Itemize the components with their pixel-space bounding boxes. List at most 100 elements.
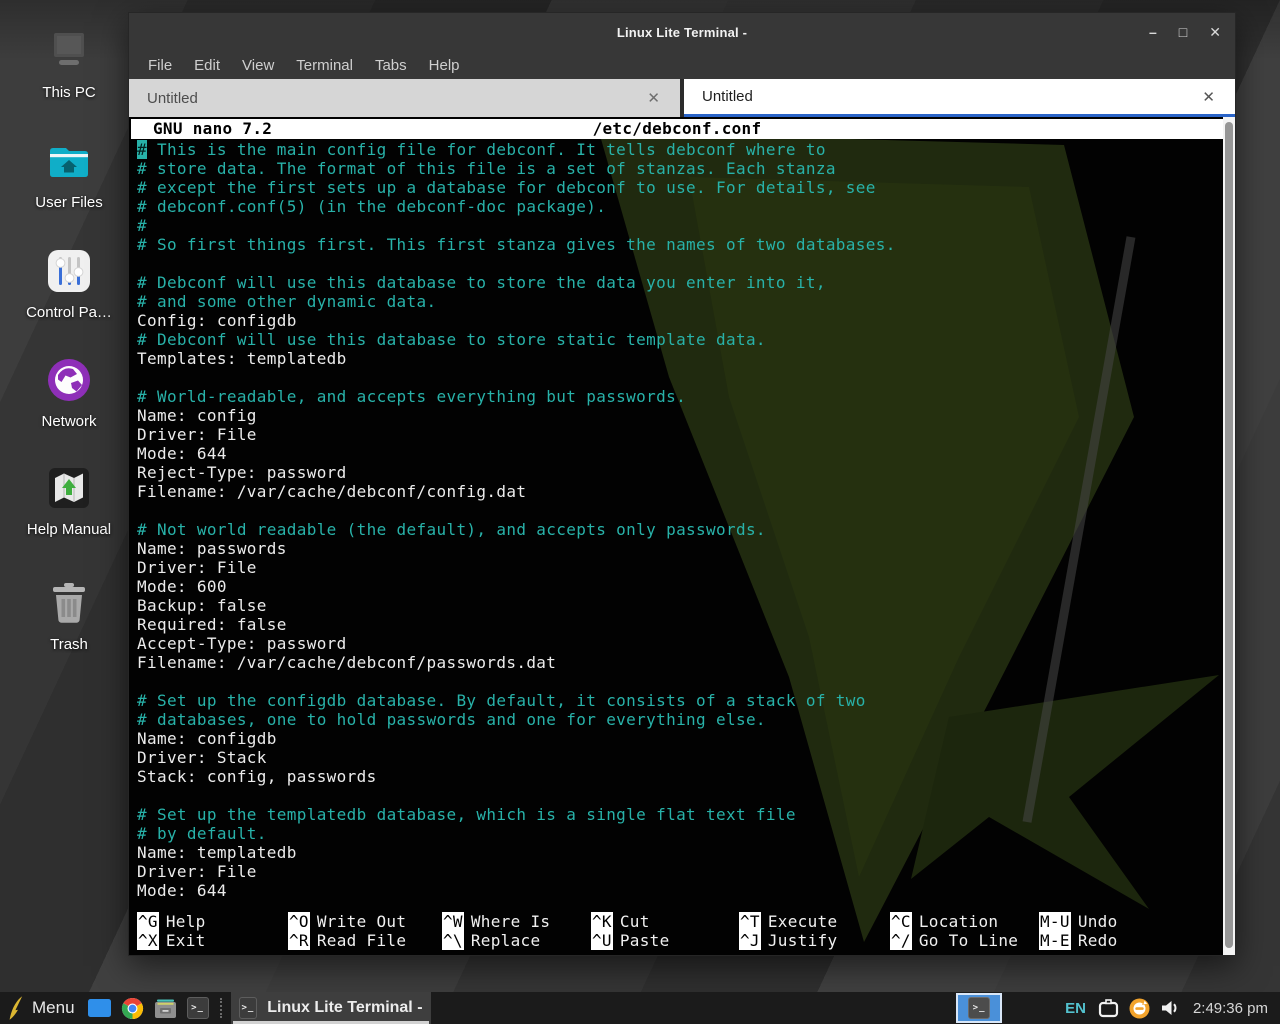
- desktop-icon-network[interactable]: Network: [10, 355, 128, 430]
- menu-item-tabs[interactable]: Tabs: [364, 54, 418, 77]
- terminal-window: Linux Lite Terminal - – □ ✕ FileEditView…: [128, 12, 1236, 956]
- nano-line: # Debconf will use this database to stor…: [137, 273, 1219, 292]
- shortcut-paste: ^UPaste: [591, 931, 739, 950]
- trash-icon: [10, 578, 128, 628]
- shortcut-key: ^U: [591, 931, 613, 950]
- show-desktop-icon[interactable]: [88, 999, 111, 1017]
- nano-line: Mode: 644: [137, 881, 1219, 900]
- shortcut-row-2: ^XExit^RRead File^\ Replace ^UPaste^JJusti…: [137, 931, 1219, 950]
- update-manager-icon[interactable]: [1129, 998, 1150, 1019]
- desktop-icon-control-panel[interactable]: Control Pa…: [10, 246, 128, 321]
- shortcut-justify: ^JJustify: [739, 931, 890, 950]
- nano-line: #: [137, 216, 1219, 235]
- clipboard-icon[interactable]: [1098, 999, 1119, 1018]
- chrome-browser-icon[interactable]: [121, 997, 144, 1020]
- menu-item-edit[interactable]: Edit: [183, 54, 231, 77]
- desktop-icon-trash[interactable]: Trash: [10, 578, 128, 653]
- nano-line: # So first things first. This first stan…: [137, 235, 1219, 254]
- tab-close-icon[interactable]: ✕: [647, 89, 660, 107]
- shortcut-read-file: ^RRead File: [288, 931, 442, 950]
- nano-cursor: #: [137, 140, 147, 159]
- menu-label: Menu: [32, 998, 75, 1018]
- nano-line: Backup: false: [137, 596, 1219, 615]
- maximize-button[interactable]: □: [1179, 25, 1187, 39]
- this-pc-icon: [10, 26, 128, 76]
- network-icon: [10, 355, 128, 405]
- nano-line: # Set up the configdb database. By defau…: [137, 691, 1219, 710]
- desktop-icon-help-manual[interactable]: Help Manual: [10, 463, 128, 538]
- terminal-screen[interactable]: GNU nano 7.2 /etc/debconf.conf # This is…: [129, 117, 1235, 955]
- nano-line: Config: configdb: [137, 311, 1219, 330]
- shortcut-label: Execute: [768, 912, 838, 931]
- shortcut-key: ^W: [442, 912, 464, 931]
- desktop-icon-user-files[interactable]: User Files: [10, 136, 128, 211]
- desktop-icon-label: This PC: [10, 84, 128, 101]
- nano-line: Reject-Type: password: [137, 463, 1219, 482]
- nano-line: [137, 786, 1219, 805]
- clock[interactable]: 2:49:36 pm: [1193, 1000, 1268, 1017]
- desktop-icon-label: Help Manual: [10, 521, 128, 538]
- task-title: Linux Lite Terminal -: [267, 999, 422, 1017]
- window-titlebar[interactable]: Linux Lite Terminal - – □ ✕: [129, 13, 1235, 51]
- desktop-icon-label: Control Pa…: [10, 304, 128, 321]
- user-files-icon: [10, 136, 128, 186]
- file-manager-icon[interactable]: [154, 998, 177, 1019]
- nano-line: # This is the main config file for debco…: [137, 140, 1219, 159]
- shortcut-label: Exit: [166, 931, 206, 950]
- shortcut-label: Replace: [471, 931, 541, 950]
- nano-buffer[interactable]: # This is the main config file for debco…: [137, 140, 1219, 900]
- shortcut-label: Redo: [1078, 931, 1118, 950]
- shortcut-write-out: ^OWrite Out: [288, 912, 442, 931]
- nano-line: Accept-Type: password: [137, 634, 1219, 653]
- nano-line: Driver: Stack: [137, 748, 1219, 767]
- terminal-launcher-icon[interactable]: >_: [187, 997, 209, 1019]
- shortcut-help: ^GHelp: [137, 912, 288, 931]
- menu-item-view[interactable]: View: [231, 54, 285, 77]
- start-menu-button[interactable]: Menu: [0, 992, 83, 1024]
- help-manual-icon: [10, 463, 128, 513]
- nano-line: Name: configdb: [137, 729, 1219, 748]
- tab-close-icon[interactable]: ✕: [1202, 88, 1215, 106]
- menu-item-help[interactable]: Help: [418, 54, 471, 77]
- scrollbar-thumb[interactable]: [1225, 122, 1233, 948]
- terminal-tab-2[interactable]: Untitled ✕: [684, 79, 1235, 117]
- shortcut-key: ^/: [890, 931, 912, 950]
- shortcut-go-to-line: ^/Go To Line: [890, 931, 1039, 950]
- close-button[interactable]: ✕: [1209, 25, 1221, 39]
- terminal-tab-1[interactable]: Untitled✕: [129, 79, 680, 117]
- shortcut-key: ^K: [591, 912, 613, 931]
- shortcut-key: ^\: [442, 931, 464, 950]
- nano-line: [137, 672, 1219, 691]
- menu-bar: FileEditViewTerminalTabsHelp: [129, 51, 1235, 79]
- window-controls: – □ ✕: [1149, 13, 1221, 51]
- terminal-glyph: >_: [968, 997, 990, 1019]
- shortcut-key: ^J: [739, 931, 761, 950]
- shortcut-key: ^T: [739, 912, 761, 931]
- system-tray: >_ EN 2:49:36 pm: [956, 992, 1280, 1024]
- nano-line: # databases, one to hold passwords and o…: [137, 710, 1219, 729]
- nano-line: [137, 368, 1219, 387]
- volume-icon[interactable]: [1160, 999, 1180, 1017]
- nano-line: # Debconf will use this database to stor…: [137, 330, 1219, 349]
- menu-item-file[interactable]: File: [137, 54, 183, 77]
- nano-line: # except the first sets up a database fo…: [137, 178, 1219, 197]
- nano-line: # store data. The format of this file is…: [137, 159, 1219, 178]
- nano-line: Driver: File: [137, 558, 1219, 577]
- desktop-icon-this-pc[interactable]: This PC: [10, 26, 128, 101]
- terminal-scrollbar[interactable]: [1223, 117, 1235, 955]
- shortcut-key: ^G: [137, 912, 159, 931]
- nano-line: # and some other dynamic data.: [137, 292, 1219, 311]
- minimize-button[interactable]: –: [1149, 25, 1157, 39]
- tab-label: Untitled: [702, 88, 753, 105]
- taskbar-task-terminal[interactable]: >_ Linux Lite Terminal -: [231, 992, 431, 1024]
- terminal-glyph: >_: [187, 997, 209, 1019]
- nano-line: # debconf.conf(5) (in the debconf-doc pa…: [137, 197, 1219, 216]
- keyboard-layout-indicator[interactable]: EN: [1065, 1000, 1086, 1017]
- nano-line: [137, 254, 1219, 273]
- tray-terminal-indicator[interactable]: >_: [956, 993, 1002, 1023]
- shortcut-exit: ^XExit: [137, 931, 288, 950]
- menu-item-terminal[interactable]: Terminal: [285, 54, 364, 77]
- shortcut-label: Location: [919, 912, 998, 931]
- tab-bar: Untitled✕Untitled✕: [129, 79, 1235, 117]
- nano-line: Name: passwords: [137, 539, 1219, 558]
